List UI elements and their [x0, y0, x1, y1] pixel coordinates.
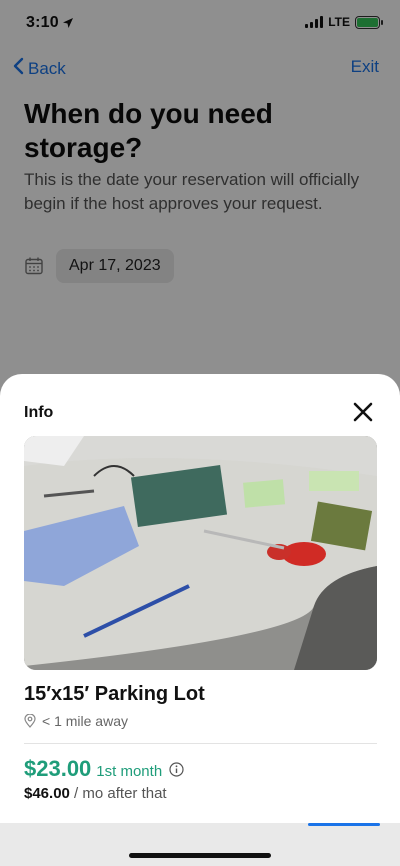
price-period: 1st month [96, 763, 163, 780]
divider [24, 743, 377, 744]
bottom-bar [0, 823, 400, 866]
location-pin-icon [24, 713, 36, 728]
info-sheet: Info 15′x15′ Parking Lot < 1 mile away $… [0, 374, 400, 866]
bottom-button-edge[interactable] [308, 823, 380, 826]
price-after-row: $46.00 / mo after that [24, 785, 167, 802]
sheet-title: Info [24, 404, 54, 421]
listing-photo [24, 436, 377, 670]
price-after-amount: $46.00 [24, 785, 70, 802]
listing-photo-image [24, 436, 377, 670]
price-after-suffix: / mo after that [69, 785, 167, 802]
price-row: $23.00 1st month [24, 756, 184, 782]
home-indicator[interactable] [129, 853, 271, 858]
distance-row: < 1 mile away [24, 713, 128, 729]
close-icon [353, 402, 373, 422]
distance-text: < 1 mile away [42, 713, 128, 729]
info-icon[interactable] [169, 761, 184, 777]
listing-title: 15′x15′ Parking Lot [24, 683, 205, 705]
price-main: $23.00 [24, 756, 92, 781]
close-button[interactable] [352, 401, 374, 423]
